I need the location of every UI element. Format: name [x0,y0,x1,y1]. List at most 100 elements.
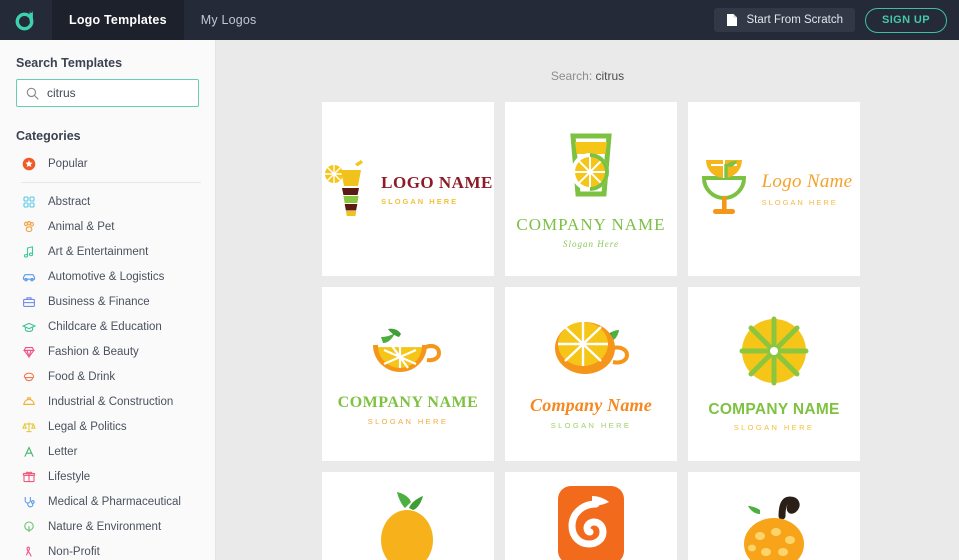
search-input[interactable] [47,86,189,100]
sidebar-item-industrial-construction[interactable]: Industrial & Construction [0,389,215,414]
search-templates-label: Search Templates [16,56,123,70]
tab-my-logos[interactable]: My Logos [184,0,274,40]
briefcase-icon [21,295,37,309]
sign-up-button[interactable]: SIGN UP [864,7,947,33]
sidebar-item-automotive-logistics[interactable]: Automotive & Logistics [0,264,215,289]
template-card[interactable]: COMPANY NAME SLOGAN HERE [688,287,860,461]
logo-slogan-text: Slogan Here [563,239,619,249]
sidebar-item-industrial-construction-label: Industrial & Construction [48,395,174,408]
logo-text: COMPANY NAME SLOGAN HERE [708,400,839,433]
sign-up-label: SIGN UP [881,14,930,26]
logo-name-text: Logo Name [761,171,853,193]
lemon-leaves-icon [375,482,441,560]
sidebar-item-food-drink-label: Food & Drink [48,370,116,383]
sidebar-item-letter[interactable]: Letter [0,439,215,464]
music-note-icon [21,245,37,259]
start-from-scratch-button[interactable]: Start From Scratch [714,8,855,32]
sidebar-item-animal-pet-label: Animal & Pet [48,220,115,233]
sidebar-item-abstract-label: Abstract [48,195,91,208]
template-card[interactable]: Logo Name SLOGAN HERE [688,102,860,276]
search-box[interactable] [16,79,199,107]
tab-my-logos-label: My Logos [200,13,257,27]
orange-teacup-icon [547,318,635,385]
sidebar-item-non-profit-label: Non-Profit [48,545,100,558]
template-card[interactable]: Company Name SLOGAN HERE [505,287,677,461]
logo-slogan-text: SLOGAN HERE [550,420,632,430]
tab-logo-templates[interactable]: Logo Templates [52,0,184,40]
sidebar-item-animal-pet[interactable]: Animal & Pet [0,214,215,239]
lemon-glass-icon [559,128,623,205]
sidebar-item-art-entertainment-label: Art & Entertainment [48,245,149,258]
sidebar-item-medical-pharmaceutical[interactable]: Medical & Pharmaceutical [0,489,215,514]
sidebar-item-abstract[interactable]: Abstract [0,189,215,214]
stethoscope-icon [21,495,37,509]
sidebar-item-lifestyle-label: Lifestyle [48,470,91,483]
search-result-prefix: Search: [550,69,593,83]
template-card[interactable] [322,472,494,560]
logo-slogan-text: SLOGAN HERE [381,196,459,206]
sidebar-item-automotive-logistics-label: Automotive & Logistics [48,270,165,283]
template-card[interactable] [505,472,677,560]
sidebar-item-food-drink[interactable]: Food & Drink [0,364,215,389]
sidebar-item-nature-environment[interactable]: Nature & Environment [0,514,215,539]
category-list: Popular Abstract Animal & Pet Art & Ente… [0,143,215,560]
template-card[interactable] [688,472,860,560]
letter-a-icon [21,445,37,459]
logo-text: COMPANY NAME Slogan Here [516,214,665,251]
main-content: Search: citrus LOGO NAME SLOGAN HERE COM… [216,40,959,560]
scales-icon [21,420,37,434]
sidebar-item-business-finance[interactable]: Business & Finance [0,289,215,314]
search-container [0,70,215,107]
sidebar-item-childcare-education-label: Childcare & Education [48,320,162,333]
header-actions: Start From Scratch SIGN UP [714,0,959,40]
sidebar-item-lifestyle[interactable]: Lifestyle [0,464,215,489]
logo-name-text: COMPANY NAME [337,394,479,412]
sidebar-item-popular[interactable]: Popular [0,151,215,176]
template-card[interactable]: LOGO NAME SLOGAN HERE [322,102,494,276]
sidebar-item-fashion-beauty[interactable]: Fashion & Beauty [0,339,215,364]
top-header: Logo Templates My Logos Start From Scrat… [0,0,959,40]
sidebar-item-legal-politics-label: Legal & Politics [48,420,127,433]
tab-logo-templates-label: Logo Templates [69,13,167,27]
logo-slogan-text: SLOGAN HERE [733,423,815,432]
template-card[interactable]: COMPANY NAME SLOGAN HERE [322,287,494,461]
logo-name-text: COMPANY NAME [516,214,666,234]
sidebar-item-business-finance-label: Business & Finance [48,295,150,308]
logo-text: Company Name SLOGAN HERE [530,394,652,430]
paw-icon [21,220,37,234]
sidebar-item-art-entertainment[interactable]: Art & Entertainment [0,239,215,264]
orange-straw-icon [736,482,812,560]
sidebar-item-non-profit[interactable]: Non-Profit [0,539,215,560]
logo-name-text: COMPANY NAME [708,400,840,418]
sidebar-item-legal-politics[interactable]: Legal & Politics [0,414,215,439]
sidebar-item-childcare-education[interactable]: Childcare & Education [0,314,215,339]
star-badge-icon [21,157,37,171]
header-nav: Logo Templates My Logos [52,0,274,40]
citrus-wheel-icon [739,316,809,391]
categories-title: Categories [16,129,81,143]
brand-logo[interactable] [0,0,52,40]
sidebar-item-nature-environment-label: Nature & Environment [48,520,162,533]
logo-text: COMPANY NAME SLOGAN HERE [338,393,479,426]
abstract-icon [21,195,37,209]
logo-slogan-text: SLOGAN HERE [761,198,838,208]
sidebar-item-letter-label: Letter [48,445,78,458]
graduation-cap-icon [21,320,37,334]
car-icon [21,270,37,284]
document-icon [726,13,738,27]
orange-slice-cup-icon [365,321,451,384]
search-result-term: citrus [595,69,625,83]
sidebar-item-popular-label: Popular [48,157,88,170]
sidebar: Search Templates Categories [0,40,216,560]
tree-icon [21,520,37,534]
logo-slogan-text: SLOGAN HERE [367,417,449,427]
orange-square-swirl-icon [554,482,628,560]
helmet-icon [21,395,37,409]
logo-name-text: LOGO NAME [381,172,493,192]
category-divider [21,182,201,183]
sidebar-item-medical-pharmaceutical-label: Medical & Pharmaceutical [48,495,181,508]
logo-name-text: Company Name [530,395,652,416]
template-card[interactable]: COMPANY NAME Slogan Here [505,102,677,276]
ribbon-icon [21,545,37,559]
logo-text: LOGO NAME SLOGAN HERE [381,172,493,207]
